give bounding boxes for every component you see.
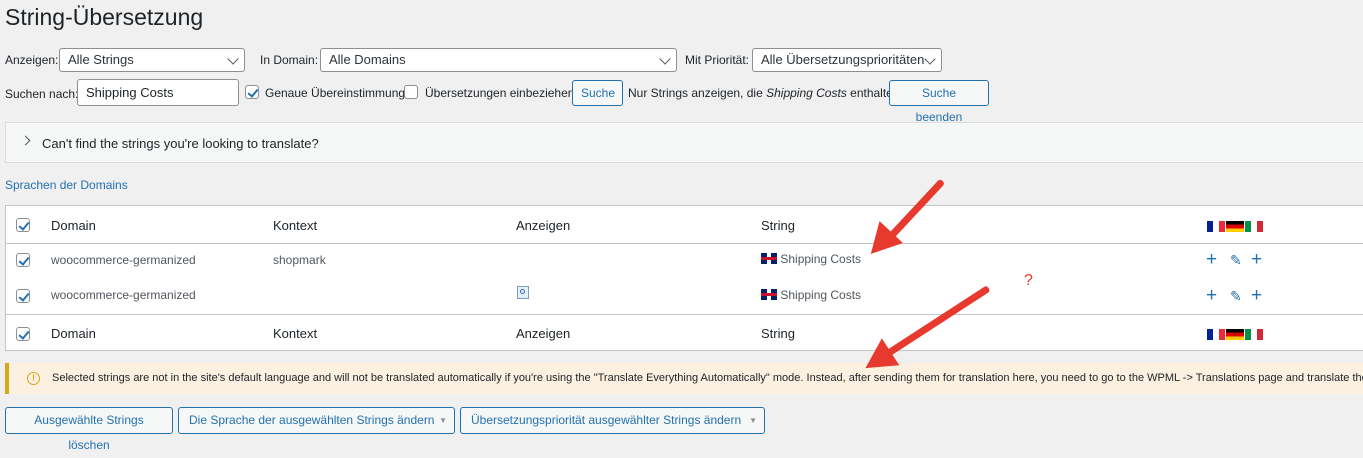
row-string: Shipping Costs: [761, 288, 861, 302]
divider: [6, 243, 1363, 244]
column-footer-domain[interactable]: Domain: [51, 326, 96, 341]
priority-filter-select[interactable]: Alle Übersetzungsprioritäten: [752, 48, 942, 72]
pencil-icon[interactable]: ✎: [1230, 287, 1242, 306]
search-input[interactable]: Shipping Costs: [77, 79, 239, 106]
view-icon[interactable]: [517, 286, 529, 299]
show-filter-value: Alle Strings: [68, 52, 134, 67]
row-domain: woocommerce-germanized: [51, 253, 196, 267]
exact-match-label: Genaue Übereinstimmung: [265, 86, 406, 100]
show-filter-select[interactable]: Alle Strings: [59, 48, 245, 72]
page-title: String-Übersetzung: [5, 4, 204, 30]
uk-flag-icon: [761, 253, 777, 264]
chevron-down-icon: [924, 53, 936, 65]
pencil-icon[interactable]: ✎: [1230, 251, 1242, 270]
search-result-term: Shipping Costs: [766, 86, 847, 100]
column-header-string[interactable]: String: [761, 218, 795, 233]
search-label: Suchen nach:: [5, 87, 79, 101]
uk-flag-icon: [761, 289, 777, 300]
chevron-right-icon: [20, 135, 31, 146]
select-all-checkbox-footer[interactable]: [16, 327, 30, 341]
column-footer-show: Anzeigen: [516, 326, 571, 341]
triangle-down-icon: ▼: [749, 416, 757, 425]
column-footer-string[interactable]: String: [761, 326, 795, 341]
strings-table: Domain Kontext Anzeigen String woocommer…: [5, 205, 1363, 351]
change-priority-dropdown[interactable]: Übersetzungspriorität ausgewählter Strin…: [460, 407, 765, 434]
delete-selected-strings-button[interactable]: Ausgewählte Strings löschen: [5, 407, 173, 452]
domain-filter-select[interactable]: Alle Domains: [320, 48, 677, 72]
change-priority-label: Übersetzungspriorität ausgewählter Strin…: [471, 413, 742, 427]
column-header-context[interactable]: Kontext: [273, 218, 317, 233]
priority-filter-value: Alle Übersetzungsprioritäten: [761, 52, 925, 67]
row-checkbox[interactable]: [16, 289, 30, 303]
french-flag-icon: [1207, 221, 1225, 233]
priority-filter-label: Mit Priorität:: [685, 53, 750, 67]
show-filter-label: Anzeigen:: [5, 53, 59, 67]
language-flags-footer: [1207, 326, 1264, 341]
row-checkbox[interactable]: [16, 253, 30, 267]
column-header-domain[interactable]: Domain: [51, 218, 96, 233]
domain-filter-label: In Domain:: [260, 53, 319, 67]
search-button[interactable]: Suche: [572, 80, 623, 106]
add-translation-icon[interactable]: +: [1206, 250, 1217, 269]
domain-filter-value: Alle Domains: [329, 52, 406, 67]
column-header-show: Anzeigen: [516, 218, 571, 233]
change-language-label: Die Sprache der ausgewählten Strings änd…: [189, 413, 435, 427]
include-translations-label: Übersetzungen einbeziehen: [425, 86, 575, 100]
search-result-prefix: Nur Strings anzeigen, die: [628, 86, 763, 100]
chevron-down-icon: [227, 53, 239, 65]
row-string: Shipping Costs: [761, 252, 861, 266]
change-language-dropdown[interactable]: Die Sprache der ausgewählten Strings änd…: [178, 407, 455, 434]
magnifier-icon: [520, 289, 525, 294]
include-translations-checkbox[interactable]: [404, 85, 418, 99]
help-panel[interactable]: Can't find the strings you're looking to…: [5, 122, 1363, 163]
select-all-checkbox[interactable]: [16, 218, 30, 232]
help-panel-text: Can't find the strings you're looking to…: [42, 136, 319, 151]
end-search-button[interactable]: Suche beenden: [889, 80, 989, 124]
italian-flag-icon: [1245, 329, 1263, 341]
row-context: shopmark: [273, 253, 326, 267]
annotation-question-mark: ?: [1024, 272, 1033, 289]
french-flag-icon: [1207, 329, 1225, 341]
german-flag-icon: [1226, 221, 1244, 233]
exact-match-checkbox[interactable]: [245, 85, 259, 99]
add-translation-icon[interactable]: +: [1206, 286, 1217, 305]
warning-notice-text: Selected strings are not in the site's d…: [52, 372, 1363, 384]
add-translation-icon[interactable]: +: [1251, 286, 1262, 305]
row-domain: woocommerce-germanized: [51, 288, 196, 302]
triangle-down-icon: ▼: [439, 416, 447, 425]
column-footer-context[interactable]: Kontext: [273, 326, 317, 341]
warning-icon: !: [27, 372, 40, 385]
warning-notice: ! Selected strings are not in the site's…: [5, 363, 1363, 394]
add-translation-icon[interactable]: +: [1251, 250, 1262, 269]
row-string-text: Shipping Costs: [780, 288, 862, 302]
row-string-text: Shipping Costs: [780, 252, 862, 266]
divider: [6, 314, 1363, 315]
language-flags-header: [1207, 218, 1264, 233]
search-result-text: Nur Strings anzeigen, die Shipping Costs…: [628, 86, 900, 100]
italian-flag-icon: [1245, 221, 1263, 233]
domain-languages-link[interactable]: Sprachen der Domains: [5, 178, 128, 192]
german-flag-icon: [1226, 329, 1244, 341]
chevron-down-icon: [659, 53, 671, 65]
